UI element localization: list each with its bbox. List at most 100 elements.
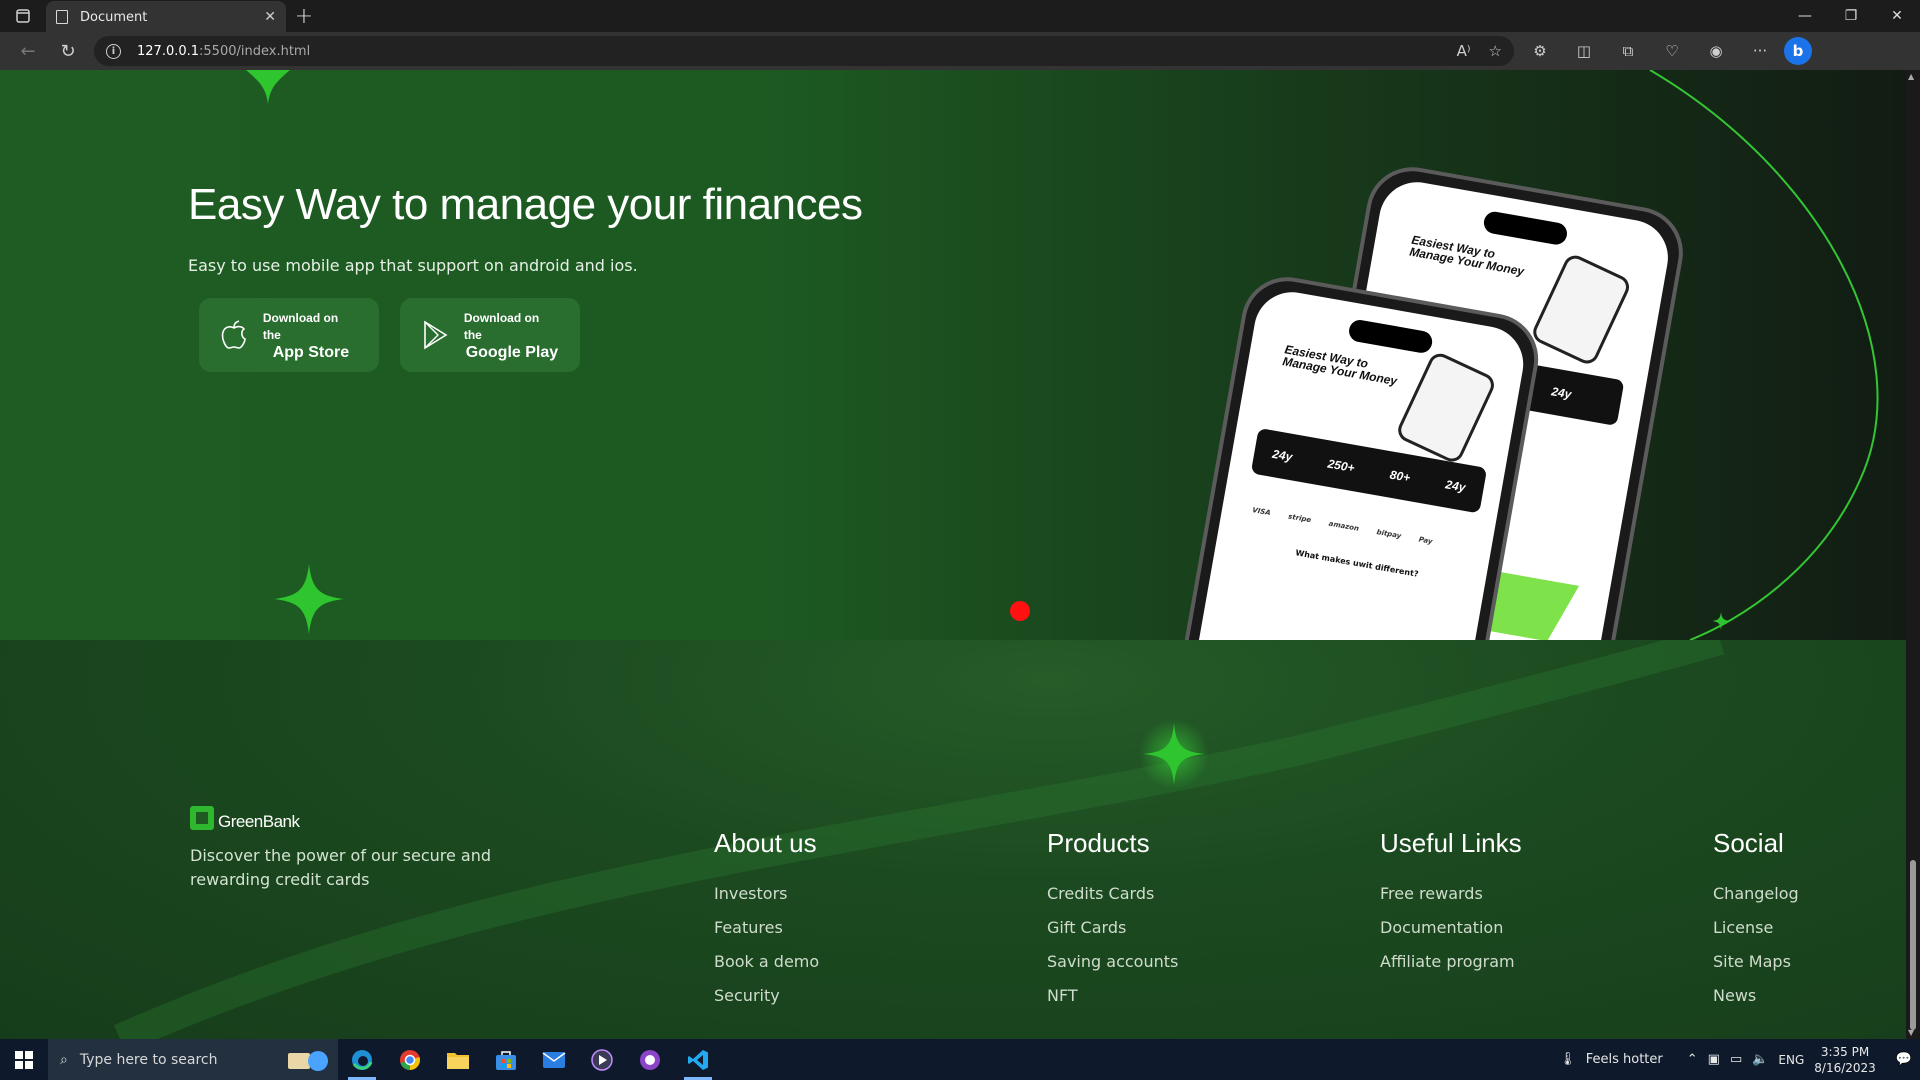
phone-notch [1347, 318, 1434, 355]
phone-front-question: What makes uwit different? [1294, 548, 1420, 579]
collections-icon[interactable]: ⧉ [1610, 36, 1646, 66]
footer-link-affiliate[interactable]: Affiliate program [1380, 945, 1522, 979]
google-play-small-label: Download on the [463, 310, 540, 343]
taskbar-media-player-icon[interactable] [578, 1039, 626, 1080]
phone-front-headline: Easiest Way to Manage Your Money [1281, 342, 1399, 389]
google-play-icon [420, 318, 450, 352]
close-tab-icon[interactable]: ✕ [264, 9, 276, 25]
taskbar-search-placeholder: Type here to search [79, 1051, 218, 1068]
scroll-down-icon[interactable]: ▼ [1908, 1028, 1914, 1037]
footer-column-about: About us Investors Features Book a demo … [714, 828, 819, 1013]
footer-link-free-rewards[interactable]: Free rewards [1380, 877, 1522, 911]
language-indicator[interactable]: ENG [1778, 1053, 1804, 1067]
scrollbar-thumb[interactable] [1910, 860, 1916, 1030]
system-tray: 🌡 Feels hotter ⌃ ▣ ▭ 🔈 ENG 3:35 PM 8/16/… [1559, 1039, 1920, 1080]
clock-date: 8/16/2023 [1814, 1060, 1876, 1075]
footer-link-security[interactable]: Security [714, 979, 819, 1013]
taskbar-clock[interactable]: 3:35 PM 8/16/2023 [1814, 1044, 1876, 1076]
notification-icon[interactable]: 💬 [1896, 1052, 1912, 1067]
browser-tab[interactable]: Document ✕ [46, 1, 286, 33]
app-store-label: App Store [272, 343, 350, 361]
footer-link-site-maps[interactable]: Site Maps [1713, 945, 1799, 979]
meet-now-icon[interactable]: ▣ [1708, 1052, 1720, 1067]
footer-column-products: Products Credits Cards Gift Cards Saving… [1047, 828, 1178, 1013]
footer-link-investors[interactable]: Investors [714, 877, 819, 911]
extensions-icon[interactable]: ⚙ [1522, 36, 1558, 66]
phone-notch [1482, 210, 1569, 247]
footer-link-changelog[interactable]: Changelog [1713, 877, 1799, 911]
sparkle-icon [246, 70, 290, 104]
bing-copilot-icon[interactable]: b [1784, 37, 1812, 65]
footer-link-features[interactable]: Features [714, 911, 819, 945]
windows-taskbar: ⌕ Type here to search 🌡 Feels hotter ⌃ ▣… [0, 1039, 1920, 1080]
back-button[interactable]: ← [8, 36, 48, 66]
chevron-up-icon[interactable]: ⌃ [1687, 1052, 1698, 1067]
sparkle-icon [274, 564, 344, 634]
hero-title: Easy Way to manage your finances [188, 180, 863, 229]
minimize-button[interactable]: — [1782, 0, 1828, 32]
taskbar-edge-icon[interactable] [338, 1039, 386, 1080]
read-aloud-icon[interactable]: A⁾ [1457, 42, 1471, 60]
taskbar-mail-icon[interactable] [530, 1039, 578, 1080]
phone-front-brands: VISA stripe amazon bitpay Pay [1251, 506, 1434, 546]
network-icon[interactable]: ▭ [1730, 1052, 1742, 1067]
refresh-button[interactable]: ↻ [48, 36, 88, 66]
browser-tab-bar: Document ✕ + — ❐ ✕ [0, 0, 1920, 33]
phone-mockup-front: Easiest Way to Manage Your Money 24y 250+… [1152, 270, 1546, 640]
taskbar-github-desktop-icon[interactable] [626, 1039, 674, 1080]
footer-brand[interactable]: GreenBank [190, 804, 300, 832]
weather-icon[interactable]: 🌡 [1559, 1052, 1576, 1067]
close-window-button[interactable]: ✕ [1874, 0, 1920, 32]
taskbar-chrome-icon[interactable] [386, 1039, 434, 1080]
volume-icon[interactable]: 🔈 [1752, 1052, 1768, 1067]
footer-column-social: Social Changelog License Site Maps News [1713, 828, 1799, 1013]
page-viewport: Easy Way to manage your finances Easy to… [0, 70, 1906, 1039]
taskbar-search-box[interactable]: ⌕ Type here to search [48, 1039, 338, 1080]
footer-link-gift-cards[interactable]: Gift Cards [1047, 911, 1178, 945]
clock-time: 3:35 PM [1820, 1044, 1870, 1059]
search-highlight-icon [288, 1051, 328, 1071]
page-scrollbar[interactable]: ▲ ▼ [1906, 70, 1920, 1039]
footer-link-saving-accounts[interactable]: Saving accounts [1047, 945, 1178, 979]
search-icon: ⌕ [60, 1051, 68, 1068]
restore-button[interactable]: ❐ [1828, 0, 1874, 32]
phone-back-headline: Easiest Way to Manage Your Money [1408, 232, 1526, 279]
performance-icon[interactable]: ♡ [1654, 36, 1690, 66]
glow-sparkle-icon [1139, 719, 1209, 789]
weather-text[interactable]: Feels hotter [1586, 1052, 1663, 1067]
favorite-star-icon[interactable]: ☆ [1489, 42, 1502, 60]
address-bar[interactable]: i 127.0.0.1:5500/index.html A⁾ ☆ [94, 36, 1514, 66]
footer-link-nft[interactable]: NFT [1047, 979, 1178, 1013]
site-footer: GreenBank Discover the power of our secu… [0, 640, 1906, 1039]
tab-actions-icon[interactable] [0, 0, 46, 32]
hero-section: Easy Way to manage your finances Easy to… [0, 70, 1906, 640]
taskbar-store-icon[interactable] [482, 1039, 530, 1080]
more-options-icon[interactable]: ··· [1742, 36, 1778, 66]
footer-column-title: About us [714, 828, 817, 858]
windows-start-button[interactable] [0, 1039, 48, 1080]
hero-subtitle: Easy to use mobile app that support on a… [188, 256, 638, 275]
google-play-button[interactable]: Download on the Google Play [400, 298, 580, 372]
taskbar-file-explorer-icon[interactable] [434, 1039, 482, 1080]
app-store-button[interactable]: Download on the App Store [199, 298, 379, 372]
apple-icon [219, 318, 249, 352]
taskbar-vscode-icon[interactable] [674, 1039, 722, 1080]
scroll-up-icon[interactable]: ▲ [1908, 72, 1914, 81]
footer-link-license[interactable]: License [1713, 911, 1799, 945]
google-play-label: Google Play [465, 343, 559, 361]
site-info-icon[interactable]: i [106, 43, 121, 59]
footer-link-news[interactable]: News [1713, 979, 1799, 1013]
greenbank-logo-icon [190, 806, 214, 830]
footer-link-book-demo[interactable]: Book a demo [714, 945, 819, 979]
mini-phone-graphic [1529, 251, 1633, 368]
profile-avatar-icon[interactable]: ◉ [1698, 36, 1734, 66]
footer-link-documentation[interactable]: Documentation [1380, 911, 1522, 945]
tab-title: Document [80, 9, 148, 25]
footer-curve-decoration [113, 640, 1725, 1039]
new-tab-button[interactable]: + [286, 0, 322, 32]
split-screen-icon[interactable]: ◫ [1566, 36, 1602, 66]
footer-link-credit-cards[interactable]: Credits Cards [1047, 877, 1178, 911]
browser-toolbar: ← ↻ i 127.0.0.1:5500/index.html A⁾ ☆ ⚙ ◫… [0, 32, 1920, 70]
mini-phone-graphic [1394, 349, 1498, 466]
red-cursor-dot [1010, 601, 1030, 621]
